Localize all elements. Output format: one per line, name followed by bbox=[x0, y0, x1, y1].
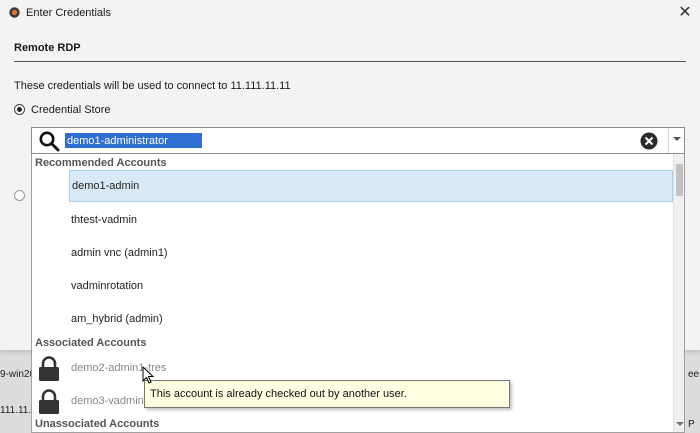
dropdown-scrollbar[interactable] bbox=[673, 154, 684, 432]
group-header-unassociated: Unassociated Accounts bbox=[35, 418, 160, 430]
checked-out-tooltip: This account is already checked out by a… bbox=[144, 380, 510, 408]
app-logo-icon bbox=[9, 7, 20, 18]
lock-icon bbox=[39, 356, 59, 381]
credential-store-radio[interactable] bbox=[14, 104, 25, 115]
chevron-down-icon[interactable] bbox=[673, 137, 681, 141]
list-item[interactable]: am_hybrid (admin) bbox=[32, 303, 673, 335]
lock-icon bbox=[39, 389, 59, 414]
credential-store-label: Credential Store bbox=[31, 104, 111, 116]
search-icon bbox=[39, 131, 60, 152]
list-item[interactable]: demo1-admin bbox=[69, 170, 673, 202]
alternate-credentials-radio[interactable] bbox=[14, 190, 25, 201]
account-label: demo3-vadmin bbox=[71, 395, 144, 407]
window-title: Enter Credentials bbox=[26, 7, 111, 19]
background-text: 9-win20 bbox=[0, 369, 36, 380]
close-icon: ✕ bbox=[678, 4, 692, 21]
section-title: Remote RDP bbox=[14, 42, 81, 54]
section-divider bbox=[14, 61, 686, 62]
group-header-associated: Associated Accounts bbox=[35, 337, 147, 349]
account-label: am_hybrid (admin) bbox=[71, 313, 163, 325]
background-text: ee bbox=[688, 369, 700, 380]
account-search-input[interactable] bbox=[65, 133, 202, 148]
clear-icon[interactable] bbox=[640, 132, 658, 150]
background-text: P bbox=[688, 419, 695, 430]
scroll-down-arrow-icon[interactable] bbox=[676, 422, 684, 426]
combo-separator bbox=[668, 128, 669, 153]
group-header-recommended: Recommended Accounts bbox=[35, 157, 167, 169]
scrollbar-thumb[interactable] bbox=[676, 164, 683, 196]
connection-info: These credentials will be used to connec… bbox=[14, 80, 291, 92]
account-label: vadminrotation bbox=[71, 280, 144, 292]
account-combo-box[interactable] bbox=[31, 127, 685, 154]
tooltip-text: This account is already checked out by a… bbox=[150, 388, 407, 400]
list-item[interactable]: thtest-vadmin bbox=[32, 204, 673, 236]
list-item[interactable]: admin vnc (admin1) bbox=[32, 237, 673, 269]
account-label: admin vnc (admin1) bbox=[71, 247, 168, 259]
close-button[interactable]: ✕ bbox=[676, 4, 694, 22]
mouse-cursor-icon bbox=[142, 366, 154, 384]
list-item[interactable]: vadminrotation bbox=[32, 270, 673, 302]
account-label: thtest-vadmin bbox=[71, 214, 138, 226]
title-bar: Enter Credentials ✕ bbox=[0, 0, 700, 26]
account-label: demo1-admin bbox=[72, 180, 140, 192]
